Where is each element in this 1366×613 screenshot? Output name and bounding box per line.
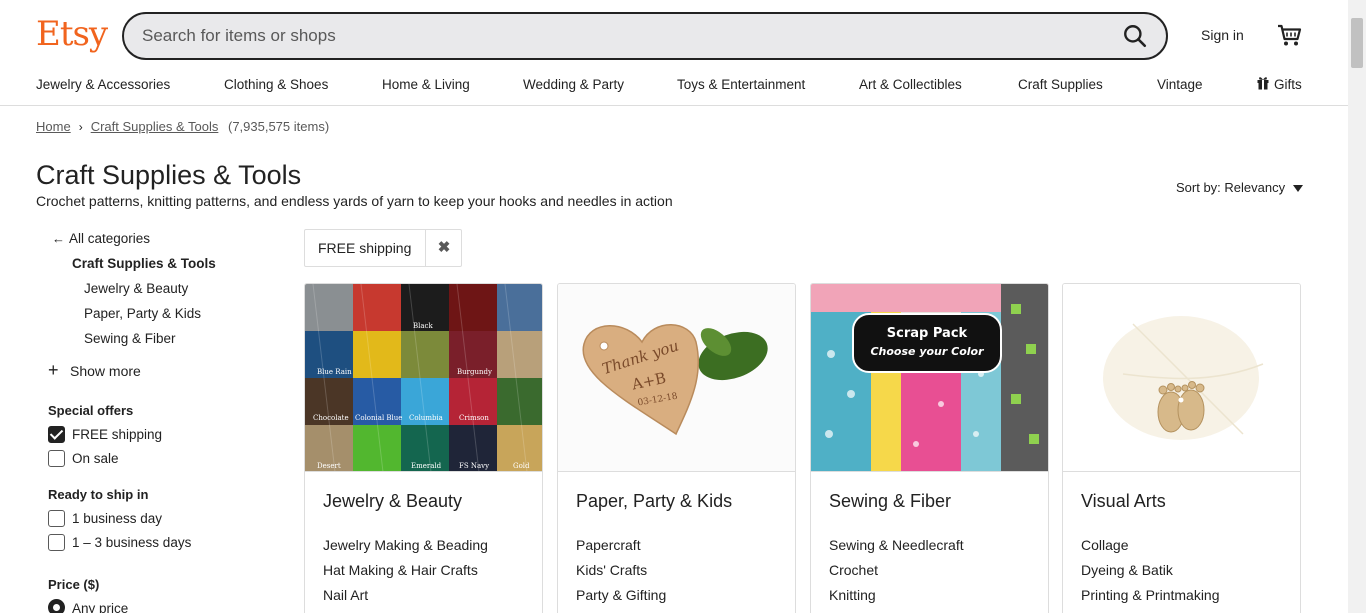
one-to-three-days-label[interactable]: 1 – 3 business days xyxy=(72,535,191,550)
nav-toys-entertainment[interactable]: Toys & Entertainment xyxy=(677,77,805,92)
plus-icon: + xyxy=(48,360,59,380)
search-input[interactable] xyxy=(142,14,1102,58)
on-sale-label[interactable]: On sale xyxy=(72,451,119,466)
card-link[interactable]: Nail Art xyxy=(323,587,368,603)
item-count: (7,935,575 items) xyxy=(227,119,330,134)
page-scrollbar[interactable] xyxy=(1348,0,1366,613)
subcategory-paper-party-kids[interactable]: Paper, Party & Kids xyxy=(84,306,201,321)
nav-home-living[interactable]: Home & Living xyxy=(382,77,470,92)
all-categories-label: All categories xyxy=(69,231,151,246)
swatch-label-burgundy: Burgundy xyxy=(457,368,492,376)
free-shipping-checkbox[interactable] xyxy=(48,426,65,443)
one-day-checkbox[interactable] xyxy=(48,510,65,527)
wooden-heart-tag-image: Thank you A+B 03-12-18 xyxy=(558,284,795,472)
etsy-logo[interactable]: Etsy xyxy=(36,14,108,54)
subcategory-sewing-fiber[interactable]: Sewing & Fiber xyxy=(84,331,176,346)
nav-vintage[interactable]: Vintage xyxy=(1157,77,1203,92)
search-bar xyxy=(122,12,1168,60)
card-link[interactable]: Sewing & Needlecraft xyxy=(829,537,964,553)
close-icon[interactable]: ✖ xyxy=(425,230,462,266)
card-link[interactable]: Knitting xyxy=(829,587,876,603)
swatch-label-columbia: Columbia xyxy=(409,414,443,422)
nav-clothing-shoes[interactable]: Clothing & Shoes xyxy=(224,77,328,92)
scrollbar-thumb[interactable] xyxy=(1351,18,1363,68)
breadcrumb-current[interactable]: Craft Supplies & Tools xyxy=(91,119,219,134)
scrap-pack-subtitle: Choose your Color xyxy=(870,345,984,358)
swatch-label-black: Black xyxy=(413,322,433,330)
swatch-label-blue-rain: Blue Rain xyxy=(317,368,352,376)
breadcrumb: Home › Craft Supplies & Tools (7,935,575 i… xyxy=(36,119,329,134)
cart-icon[interactable] xyxy=(1276,22,1302,48)
paracord-swatches-image: Black Blue Rain Burgundy Chocolate Colon… xyxy=(305,284,542,472)
arrow-left-icon: ← xyxy=(52,231,65,246)
card-title: Paper, Party & Kids xyxy=(576,491,733,511)
chevron-right-icon: › xyxy=(78,120,83,134)
fabric-scrap-pack-image: Scrap Pack Choose your Color xyxy=(811,284,1048,472)
show-more-button[interactable]: + Show more xyxy=(48,360,141,380)
category-card-visual-arts[interactable]: Visual Arts Collage Dyeing & Batik Print… xyxy=(1062,283,1301,613)
page-subtitle: Crochet patterns, knitting patterns, and… xyxy=(36,193,673,209)
card-link[interactable]: Dyeing & Batik xyxy=(1081,562,1173,578)
all-categories-link[interactable]: ← All categories xyxy=(52,231,150,246)
scrap-pack-title: Scrap Pack xyxy=(887,326,968,341)
card-title: Sewing & Fiber xyxy=(829,491,952,511)
sort-dropdown[interactable]: Sort by: Relevancy xyxy=(1176,180,1304,195)
one-to-three-days-checkbox[interactable] xyxy=(48,534,65,551)
nav-art-collectibles[interactable]: Art & Collectibles xyxy=(859,77,962,92)
card-link[interactable]: Collage xyxy=(1081,537,1128,553)
price-heading: Price ($) xyxy=(48,577,100,592)
card-link[interactable]: Crochet xyxy=(829,562,878,578)
card-link[interactable]: Jewelry Making & Beading xyxy=(323,537,488,553)
gift-icon[interactable] xyxy=(1257,76,1269,95)
any-price-label[interactable]: Any price xyxy=(72,601,128,613)
card-link[interactable]: Hat Making & Hair Crafts xyxy=(323,562,478,578)
breadcrumb-home[interactable]: Home xyxy=(36,119,71,134)
swatch-label-crimson: Crimson xyxy=(459,414,489,422)
swatch-label-desert: Desert xyxy=(317,462,341,470)
swatch-label-fs-navy: FS Navy xyxy=(459,462,489,470)
on-sale-checkbox[interactable] xyxy=(48,450,65,467)
nav-gifts[interactable]: Gifts xyxy=(1274,77,1302,92)
swatch-label-emerald: Emerald xyxy=(411,462,442,470)
swatch-label-chocolate: Chocolate xyxy=(313,414,349,422)
swatch-label-colonial-blue: Colonial Blue xyxy=(355,414,402,422)
ready-to-ship-heading: Ready to ship in xyxy=(48,487,149,502)
caret-down-icon xyxy=(1293,185,1304,193)
sort-label: Sort by: Relevancy xyxy=(1176,180,1286,195)
search-icon[interactable] xyxy=(1122,23,1148,49)
page-title: Craft Supplies & Tools xyxy=(36,160,302,190)
card-link[interactable]: Papercraft xyxy=(576,537,641,553)
nav-wedding-party[interactable]: Wedding & Party xyxy=(523,77,624,92)
card-title: Visual Arts xyxy=(1081,491,1166,511)
card-link[interactable]: Printing & Printmaking xyxy=(1081,587,1220,603)
nav-craft-supplies[interactable]: Craft Supplies xyxy=(1018,77,1103,92)
category-card-sewing-fiber[interactable]: Scrap Pack Choose your Color Sewing & Fi… xyxy=(810,283,1049,613)
category-card-paper-party-kids[interactable]: Thank you A+B 03-12-18 Paper, Party & Ki… xyxy=(557,283,796,613)
subcategory-jewelry-beauty[interactable]: Jewelry & Beauty xyxy=(84,281,188,296)
current-category[interactable]: Craft Supplies & Tools xyxy=(72,256,216,271)
nav-jewelry-accessories[interactable]: Jewelry & Accessories xyxy=(36,77,170,92)
free-shipping-filter-chip: FREE shipping ✖ xyxy=(304,229,462,267)
sign-in-link[interactable]: Sign in xyxy=(1201,27,1244,43)
filter-chip-label: FREE shipping xyxy=(318,240,412,256)
category-nav: Jewelry & Accessories Clothing & Shoes H… xyxy=(0,64,1348,106)
free-shipping-label[interactable]: FREE shipping xyxy=(72,427,162,442)
swatch-label-gold: Gold xyxy=(513,462,530,470)
special-offers-heading: Special offers xyxy=(48,403,134,418)
wooden-baby-feet-image xyxy=(1063,284,1300,472)
show-more-label: Show more xyxy=(70,363,141,379)
card-link[interactable]: Kids' Crafts xyxy=(576,562,647,578)
category-card-jewelry-beauty[interactable]: Black Blue Rain Burgundy Chocolate Colon… xyxy=(304,283,543,613)
one-day-label[interactable]: 1 business day xyxy=(72,511,162,526)
card-title: Jewelry & Beauty xyxy=(323,491,463,511)
any-price-radio[interactable] xyxy=(48,599,65,613)
card-link[interactable]: Party & Gifting xyxy=(576,587,666,603)
